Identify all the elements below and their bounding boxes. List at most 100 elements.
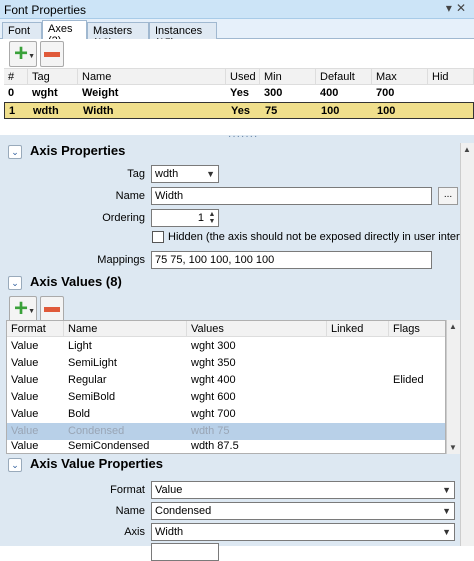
browse-button[interactable]: ...	[438, 187, 458, 205]
name-cell: SemiBold	[68, 391, 116, 403]
flags-cell	[389, 355, 397, 372]
name-cell: Light	[68, 340, 92, 352]
axis-used: Yes	[231, 105, 250, 117]
col-values[interactable]: Values	[187, 321, 327, 337]
axes-table-header: # Tag Name Used Min Default Max Hid	[4, 69, 474, 85]
format-cell: Value	[11, 408, 39, 420]
minus-icon	[44, 307, 60, 312]
mappings-label: Mappings	[97, 254, 145, 266]
tab-font[interactable]: Font	[2, 22, 42, 39]
flags-cell	[389, 406, 397, 423]
tab-masters[interactable]: Masters (12)	[87, 22, 149, 49]
scroll-up-icon[interactable]: ▲	[463, 145, 471, 154]
table-row-selected[interactable]: 1 wdth Width Yes 75 100 100	[4, 102, 474, 119]
values-cell: wght 400	[191, 374, 236, 386]
chevron-down-icon[interactable]: ⌄	[8, 145, 22, 159]
table-row[interactable]: 0 wght Weight Yes 300 400 700	[4, 85, 474, 102]
col-flags[interactable]: Flags	[389, 321, 447, 337]
col-linked[interactable]: Linked	[327, 321, 389, 337]
panel-splitter[interactable]: ·······	[0, 131, 474, 143]
col-tag[interactable]: Tag	[28, 69, 78, 85]
col-max[interactable]: Max	[372, 69, 428, 85]
axis-name: Width	[83, 105, 114, 117]
scroll-down-icon[interactable]: ▼	[449, 443, 457, 452]
mappings-value: 75 75, 100 100, 100 100	[155, 254, 275, 266]
chevron-down-icon: ▼	[28, 53, 35, 60]
grip-icon: ·······	[228, 131, 259, 142]
remove-axis-value-button[interactable]	[40, 296, 64, 322]
hidden-checkbox[interactable]	[152, 231, 164, 243]
chevron-down-icon[interactable]: ⌄	[8, 276, 22, 290]
axis-values-header-row: Format Name Values Linked Flags	[7, 321, 447, 337]
col-format[interactable]: Format	[7, 321, 64, 337]
col-index[interactable]: #	[4, 69, 28, 85]
axes-table: # Tag Name Used Min Default Max Hid 0 wg…	[4, 68, 474, 135]
scroll-up-icon[interactable]: ▲	[449, 322, 457, 331]
flags-cell	[389, 389, 397, 406]
tab-axes[interactable]: Axes (2)	[42, 20, 87, 47]
col-used[interactable]: Used	[226, 69, 260, 85]
table-row[interactable]: Value Regular wght 400 Elided	[7, 372, 445, 389]
col-default[interactable]: Default	[316, 69, 372, 85]
value-name-dropdown[interactable]: Condensed ▼	[151, 502, 455, 520]
format-cell: Value	[11, 340, 39, 352]
chevron-down-icon: ▼	[442, 506, 451, 516]
section-title: Axis Properties	[30, 143, 126, 158]
section-title: Axis Values (8)	[30, 274, 122, 289]
close-icon[interactable]: ✕	[456, 1, 470, 15]
pin-icon[interactable]: ▾	[446, 1, 456, 15]
axis-name: Weight	[82, 87, 119, 99]
axis-used: Yes	[230, 87, 249, 99]
name-cell: SemiCondensed	[68, 440, 150, 452]
axis-default: 100	[321, 105, 340, 117]
value-name-label: Name	[115, 505, 145, 517]
table-row[interactable]: Value Light wght 300	[7, 338, 445, 355]
format-label: Format	[110, 484, 145, 496]
chevron-down-icon: ▼	[442, 527, 451, 537]
ordering-value: 1	[197, 212, 204, 224]
values-cell: wght 700	[191, 408, 236, 420]
col-min[interactable]: Min	[260, 69, 316, 85]
format-cell: Value	[11, 374, 39, 386]
axis-index: 1	[9, 105, 16, 117]
value-name-value: Condensed	[155, 505, 212, 517]
axis-default: 400	[320, 87, 339, 99]
table-row[interactable]: Value SemiLight wght 350	[7, 355, 445, 372]
add-axis-button[interactable]: + ▼	[9, 41, 37, 67]
col-name[interactable]: Name	[78, 69, 226, 85]
name-value: Width	[155, 190, 184, 202]
axis-value: Width	[155, 526, 184, 538]
remove-axis-button[interactable]	[40, 41, 64, 67]
axis-values-scrollbar[interactable]: ▲ ▼	[446, 320, 460, 454]
tab-instances[interactable]: Instances (15)	[149, 22, 217, 49]
table-row[interactable]: Value SemiBold wght 600	[7, 389, 445, 406]
table-row[interactable]: Value Bold wght 700	[7, 406, 445, 423]
tag-dropdown[interactable]: wdth ▼	[151, 165, 219, 183]
values-cell: wdth 87.5	[191, 440, 239, 452]
axis-index: 0	[8, 87, 15, 99]
col-hidden[interactable]: Hid	[428, 69, 474, 85]
table-row[interactable]: Value SemiCondensed wdth 87.5	[7, 438, 445, 455]
flags-cell	[389, 438, 397, 455]
name-cell: SemiLight	[68, 357, 117, 369]
axis-max: 700	[376, 87, 395, 99]
format-dropdown[interactable]: Value ▼	[151, 481, 455, 499]
mappings-field[interactable]: 75 75, 100 100, 100 100	[151, 251, 432, 269]
name-field[interactable]: Width	[151, 187, 432, 205]
chevron-down-icon: ▼	[206, 169, 215, 179]
axis-min: 300	[264, 87, 283, 99]
stepper-arrows-icon[interactable]: ▲ ▼	[207, 211, 217, 225]
values-cell: wght 350	[191, 357, 236, 369]
add-axis-value-button[interactable]: + ▼	[9, 296, 37, 322]
axis-dropdown[interactable]: Width ▼	[151, 523, 455, 541]
flags-cell: Elided	[393, 374, 424, 386]
tag-value: wdth	[155, 168, 179, 180]
ordering-stepper[interactable]: 1 ▲ ▼	[151, 209, 219, 227]
chevron-down-icon[interactable]: ⌄	[8, 458, 22, 472]
chevron-down-icon: ▼	[28, 308, 35, 315]
axis-tag: wght	[32, 87, 58, 99]
col-name[interactable]: Name	[64, 321, 187, 337]
panel-scrollbar[interactable]: ▲	[460, 143, 474, 546]
minus-icon	[44, 52, 60, 57]
name-cell: Bold	[68, 408, 91, 420]
